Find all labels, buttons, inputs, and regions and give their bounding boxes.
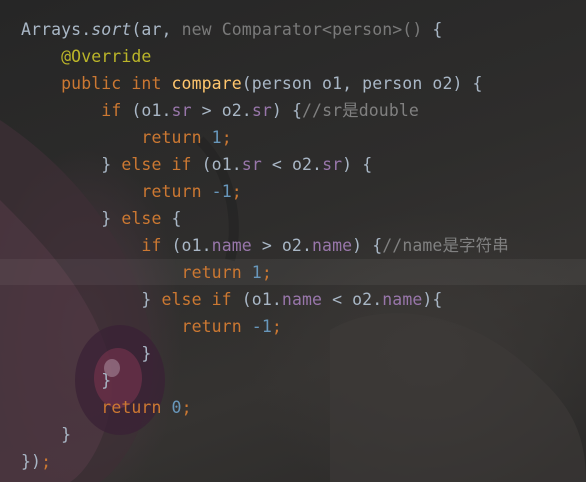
code-token: (o1. — [241, 290, 282, 309]
code-token: ; — [41, 452, 52, 471]
code-token: Arrays. — [21, 20, 92, 39]
code-line[interactable]: return 0; — [21, 394, 192, 421]
code-token: (o1. — [201, 155, 242, 174]
code-line[interactable]: return -1; — [21, 178, 242, 205]
code-line[interactable]: }); — [21, 448, 51, 475]
code-line[interactable]: } — [21, 367, 111, 394]
code-token: if — [141, 236, 172, 255]
code-token: } — [101, 155, 122, 174]
code-token: name — [382, 290, 423, 309]
code-token: ; — [181, 398, 192, 417]
code-token: (o1. — [171, 236, 212, 255]
code-line[interactable]: return 1; — [21, 124, 232, 151]
code-line[interactable]: } else if (o1.name < o2.name){ — [21, 286, 442, 313]
code-token: ) { — [342, 155, 373, 174]
code-token: ; — [271, 317, 282, 336]
code-token: < o2. — [261, 155, 323, 174]
code-token: ; — [221, 128, 232, 147]
code-token: 1 — [251, 263, 262, 282]
code-line[interactable]: } else { — [21, 205, 182, 232]
code-token: > o2. — [251, 236, 312, 255]
code-token: > o2. — [191, 101, 252, 120]
code-token: } — [61, 425, 72, 444]
code-line[interactable]: } — [21, 421, 71, 448]
code-line[interactable]: } else if (o1.sr < o2.sr) { — [21, 151, 372, 178]
code-token: (person o1, person o2) { — [241, 74, 483, 93]
code-token: < o2. — [322, 290, 383, 309]
code-token: new Comparator<person>() — [181, 20, 433, 39]
code-token: return — [101, 398, 172, 417]
code-token: sort — [91, 20, 132, 39]
code-token: -1 — [251, 317, 272, 336]
code-line[interactable]: Arrays.sort(ar, new Comparator<person>()… — [21, 16, 442, 43]
code-token: compare — [171, 74, 242, 93]
code-line[interactable]: @Override — [21, 43, 151, 70]
code-token: name — [211, 236, 252, 255]
code-token: (o1. — [131, 101, 172, 120]
code-token: ) { — [352, 236, 383, 255]
code-token: else if — [121, 155, 202, 174]
code-comment: //sr是double — [302, 101, 419, 120]
code-token: sr — [171, 101, 192, 120]
code-line[interactable]: public int compare(person o1, person o2)… — [21, 70, 483, 97]
code-token: return — [141, 128, 212, 147]
code-token: ) { — [271, 101, 302, 120]
code-token: { — [171, 209, 182, 228]
code-token: sr — [251, 101, 272, 120]
code-line[interactable]: return 1; — [21, 259, 272, 286]
code-token: { — [432, 20, 443, 39]
code-token: (ar, — [131, 20, 182, 39]
code-token: sr — [322, 155, 343, 174]
code-token: sr — [241, 155, 262, 174]
code-token: }) — [21, 452, 42, 471]
code-token: } — [101, 209, 122, 228]
code-token: -1 — [211, 182, 232, 201]
code-token: } — [141, 290, 162, 309]
code-editor[interactable]: Arrays.sort(ar, new Comparator<person>()… — [0, 0, 586, 482]
code-token: 0 — [171, 398, 182, 417]
code-token: return — [181, 263, 252, 282]
code-line[interactable]: if (o1.sr > o2.sr) {//sr是double — [21, 97, 419, 124]
code-token: @Override — [61, 47, 152, 66]
code-token: else — [121, 209, 172, 228]
code-line[interactable]: return -1; — [21, 313, 282, 340]
code-token: } — [141, 344, 152, 363]
code-token: ){ — [422, 290, 443, 309]
code-line[interactable]: if (o1.name > o2.name) {//name是字符串 — [21, 232, 509, 259]
code-token: } — [101, 371, 112, 390]
code-token: name — [281, 290, 323, 309]
code-comment: //name是字符串 — [382, 236, 509, 255]
code-area[interactable]: Arrays.sort(ar, new Comparator<person>()… — [0, 0, 586, 482]
code-token: ; — [231, 182, 242, 201]
code-line[interactable]: } — [21, 340, 151, 367]
code-token: public int — [61, 74, 172, 93]
code-token: else if — [161, 290, 242, 309]
code-token: 1 — [211, 128, 222, 147]
code-token: ; — [261, 263, 272, 282]
code-token: name — [312, 236, 353, 255]
code-token: return — [181, 317, 252, 336]
code-token: if — [101, 101, 132, 120]
code-token: return — [141, 182, 212, 201]
